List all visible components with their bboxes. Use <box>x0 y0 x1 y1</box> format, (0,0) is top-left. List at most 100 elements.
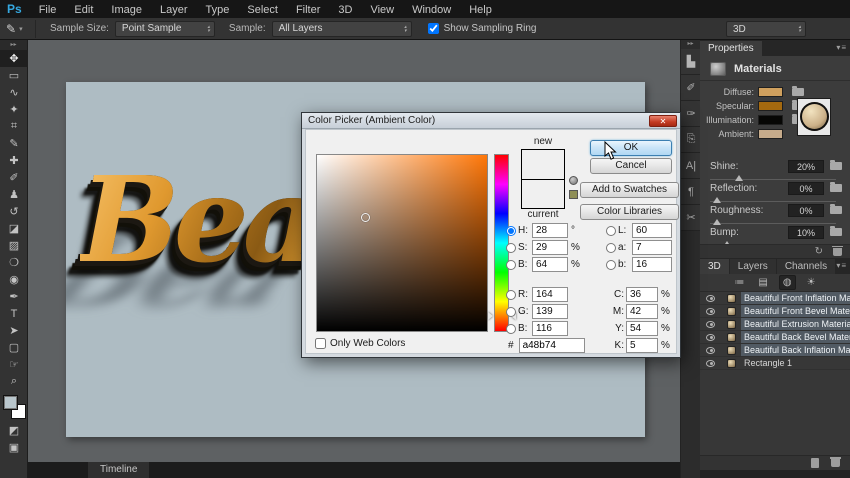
eyedropper-tool-preset[interactable]: ✎ ▾ <box>6 20 36 38</box>
add-to-swatches-button[interactable]: Add to Swatches <box>580 182 679 198</box>
cmyk-input-m[interactable] <box>626 304 658 319</box>
menu-help[interactable]: Help <box>460 4 501 16</box>
paragraph-panel-icon[interactable]: ¶ <box>681 179 701 205</box>
sample-size-dropdown[interactable]: Point Sample ▴▾ <box>115 21 215 37</box>
lab-input-a[interactable] <box>632 240 672 255</box>
hsb-input-s[interactable] <box>532 240 568 255</box>
layer-row[interactable]: Rectangle 1 <box>700 357 850 370</box>
mode-radio-r[interactable] <box>506 290 516 300</box>
eyedropper-tool[interactable]: ✎ <box>0 135 28 152</box>
lab-input-l[interactable] <box>632 223 672 238</box>
cmyk-input-y[interactable] <box>626 321 658 336</box>
crop-tool[interactable]: ⌗ <box>0 118 28 135</box>
slider-value[interactable]: 0% <box>788 204 824 217</box>
gamut-warning-icon[interactable] <box>569 176 578 185</box>
menu-select[interactable]: Select <box>238 4 287 16</box>
slider-track[interactable] <box>710 201 836 202</box>
screen-mode-button[interactable]: ▣ <box>0 439 28 456</box>
hex-input[interactable] <box>519 338 585 353</box>
clone-source-panel-icon[interactable]: ⎘ <box>681 127 701 153</box>
color-field-marker[interactable] <box>361 213 370 222</box>
blur-tool[interactable]: ❍ <box>0 254 28 271</box>
menu-filter[interactable]: Filter <box>287 4 329 16</box>
brush-panel-icon[interactable]: ✑ <box>681 101 701 127</box>
rgb-input-r[interactable] <box>532 287 568 302</box>
web-safe-color-icon[interactable] <box>569 190 578 199</box>
material-color-swatch[interactable] <box>758 129 783 139</box>
lab-input-b[interactable] <box>632 257 672 272</box>
menu-edit[interactable]: Edit <box>65 4 102 16</box>
visibility-eye-icon[interactable] <box>706 334 715 341</box>
only-web-colors-checkbox[interactable]: Only Web Colors <box>315 338 405 349</box>
ok-button[interactable]: OK <box>590 140 672 156</box>
tab-layers[interactable]: Layers <box>730 259 776 274</box>
close-icon[interactable]: ✕ <box>649 115 677 127</box>
material-color-swatch[interactable] <box>758 115 783 125</box>
show-sampling-ring-checkbox[interactable]: Show Sampling Ring <box>428 23 537 34</box>
filter-meshes-icon[interactable]: ▤ <box>755 276 770 289</box>
material-color-swatch[interactable] <box>758 87 783 97</box>
foreground-color-swatch[interactable] <box>3 395 18 410</box>
quick-selection-tool[interactable]: ✦ <box>0 101 28 118</box>
slider-value[interactable]: 0% <box>788 182 824 195</box>
new-item-icon[interactable] <box>811 458 819 468</box>
slider-track[interactable] <box>710 223 836 224</box>
visibility-eye-icon[interactable] <box>706 308 715 315</box>
mode-radio-s[interactable] <box>506 243 516 253</box>
folder-icon[interactable] <box>830 162 842 170</box>
lasso-tool[interactable]: ∿ <box>0 84 28 101</box>
filter-lights-icon[interactable]: ☀ <box>804 276 819 289</box>
collapse-arrows-icon[interactable]: ▸▸ <box>0 40 27 50</box>
hue-marker-left-icon[interactable] <box>488 312 493 320</box>
mode-radio-b[interactable] <box>506 324 516 334</box>
workspace-dropdown[interactable]: 3D ▴▾ <box>726 21 806 37</box>
hand-tool[interactable]: ☞ <box>0 356 28 373</box>
layer-row[interactable]: Beautiful Front Inflation Mate... <box>700 292 850 305</box>
menu-file[interactable]: File <box>30 4 66 16</box>
layer-row[interactable]: Beautiful Back Inflation Mate... <box>700 344 850 357</box>
brush-presets-panel-icon[interactable]: ✐ <box>681 75 701 101</box>
slider-thumb-icon[interactable] <box>713 197 721 203</box>
folder-icon[interactable] <box>830 184 842 192</box>
visibility-eye-icon[interactable] <box>706 360 715 367</box>
filter-materials-icon[interactable]: ◍ <box>779 275 796 290</box>
brush-tool[interactable]: ✐ <box>0 169 28 186</box>
material-color-swatch[interactable] <box>758 101 783 111</box>
menu-type[interactable]: Type <box>197 4 239 16</box>
hsb-input-h[interactable] <box>532 223 568 238</box>
slider-thumb-icon[interactable] <box>713 219 721 225</box>
collapse-arrows-icon[interactable]: ▸▸ <box>681 40 700 49</box>
sample-dropdown[interactable]: All Layers ▴▾ <box>272 21 412 37</box>
gradient-tool[interactable]: ▨ <box>0 237 28 254</box>
shape-tool[interactable]: ▢ <box>0 339 28 356</box>
cmyk-input-k[interactable] <box>626 338 658 353</box>
menu-layer[interactable]: Layer <box>151 4 197 16</box>
trash-icon[interactable] <box>831 459 840 467</box>
panel-menu-icon[interactable]: ▾≡ <box>836 261 847 270</box>
menu-view[interactable]: View <box>361 4 403 16</box>
mode-radio-h[interactable] <box>506 226 516 236</box>
visibility-eye-icon[interactable] <box>706 347 715 354</box>
pen-tool[interactable]: ✒ <box>0 288 28 305</box>
checkbox-input[interactable] <box>315 338 326 349</box>
marquee-tool[interactable]: ▭ <box>0 67 28 84</box>
mode-radio-g[interactable] <box>506 307 516 317</box>
slider-value[interactable]: 20% <box>788 160 824 173</box>
layer-row[interactable]: Beautiful Back Bevel Material <box>700 331 850 344</box>
folder-icon[interactable] <box>830 206 842 214</box>
mode-radio-b[interactable] <box>606 260 616 270</box>
tab-3d[interactable]: 3D <box>700 259 729 274</box>
eraser-tool[interactable]: ◪ <box>0 220 28 237</box>
clone-stamp-tool[interactable]: ♟ <box>0 186 28 203</box>
rgb-input-g[interactable] <box>532 304 568 319</box>
tab-properties[interactable]: Properties <box>700 41 762 56</box>
slider-track[interactable] <box>710 179 836 180</box>
crossed-tools-panel-icon[interactable]: ✂ <box>681 205 701 231</box>
dodge-tool[interactable]: ◉ <box>0 271 28 288</box>
visibility-eye-icon[interactable] <box>706 321 715 328</box>
hsb-input-b[interactable] <box>532 257 568 272</box>
tab-channels[interactable]: Channels <box>777 259 835 274</box>
visibility-eye-icon[interactable] <box>706 295 715 302</box>
histogram-panel-icon[interactable]: ▙ <box>681 49 701 75</box>
mode-radio-a[interactable] <box>606 243 616 253</box>
